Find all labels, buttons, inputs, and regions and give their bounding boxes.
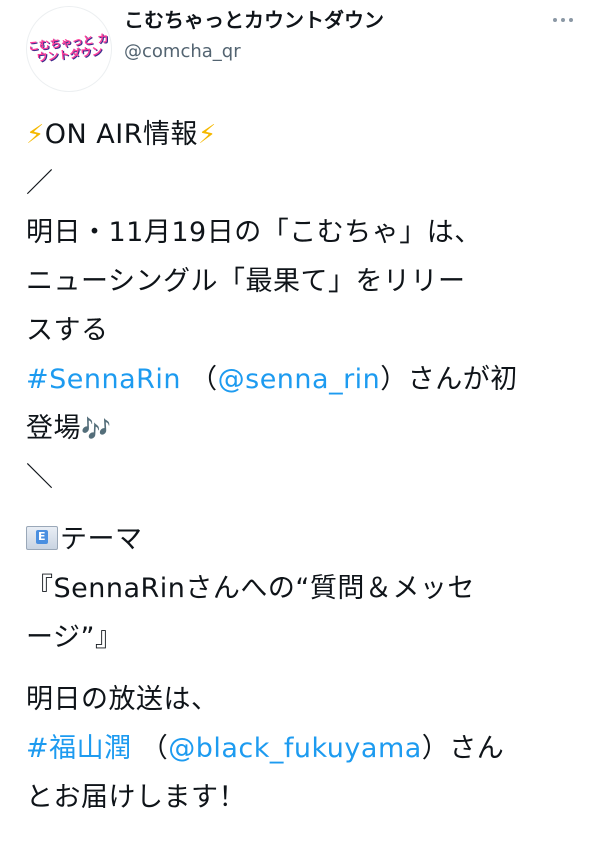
paren-open: （	[181, 364, 218, 395]
text-line: 登場🎶	[26, 404, 586, 453]
mention-senna-rin-link[interactable]: @senna_rin	[218, 364, 381, 395]
text-line: ージ”』	[26, 622, 123, 653]
mention-black-fukuyama-link[interactable]: @black_fukuyama	[168, 733, 422, 764]
lightning-icon: ⚡	[26, 120, 45, 150]
text-line: 『SennaRinさんへの“質問＆メッセ	[26, 573, 475, 604]
text-line: ニューシングル「最果て」をリリー	[26, 266, 466, 297]
user-handle[interactable]: @comcha_qr	[124, 40, 241, 64]
display-name[interactable]: こむちゃっとカウントダウン	[124, 6, 384, 34]
text-line: スする	[26, 315, 109, 346]
tweet-heading-line: ⚡ON AIR情報⚡	[26, 110, 586, 159]
avatar[interactable]: こむちゃっと カウントダウン	[26, 6, 112, 92]
tweet-body: ⚡ON AIR情報⚡ ／ 明日・11月19日の「こむちゃ」は、 ニューシングル「…	[26, 110, 586, 822]
more-icon[interactable]	[543, 10, 583, 30]
slash-close: ＼	[26, 462, 54, 493]
tweet-header: こむちゃっと カウントダウン こむちゃっとカウントダウン @comcha_qr	[0, 0, 600, 96]
text-line: #福山潤 （@black_fukuyama）さん	[26, 724, 586, 773]
paren-open: （	[131, 733, 169, 764]
theme-label: テーマ	[60, 524, 143, 555]
theme-line: E テーマ	[26, 515, 586, 564]
text-span: 登場	[26, 413, 81, 444]
more-dot	[553, 18, 557, 22]
text-span: ）さんが初	[380, 364, 518, 395]
text-line: とお届けします！	[26, 782, 246, 813]
text-line: 明日・11月19日の「こむちゃ」は、	[26, 217, 482, 248]
more-dot	[561, 18, 565, 22]
slash-open: ／	[26, 168, 54, 199]
hashtag-fukuyama-link[interactable]: #福山潤	[26, 733, 132, 764]
hashtag-sennarin-link[interactable]: #SennaRin	[26, 364, 181, 395]
avatar-logo: こむちゃっと カウントダウン	[27, 31, 110, 65]
e-mail-letter: E	[36, 530, 48, 544]
text-span: ）さん	[421, 733, 505, 764]
text-line: #SennaRin （@senna_rin）さんが初	[26, 355, 586, 404]
more-dot	[569, 18, 573, 22]
text-line: 明日の放送は、	[26, 684, 219, 715]
e-mail-icon: E	[26, 526, 58, 550]
lightning-icon: ⚡	[198, 120, 217, 150]
heading-text: ON AIR情報	[44, 119, 198, 150]
music-notes-icon: 🎶	[81, 415, 112, 443]
